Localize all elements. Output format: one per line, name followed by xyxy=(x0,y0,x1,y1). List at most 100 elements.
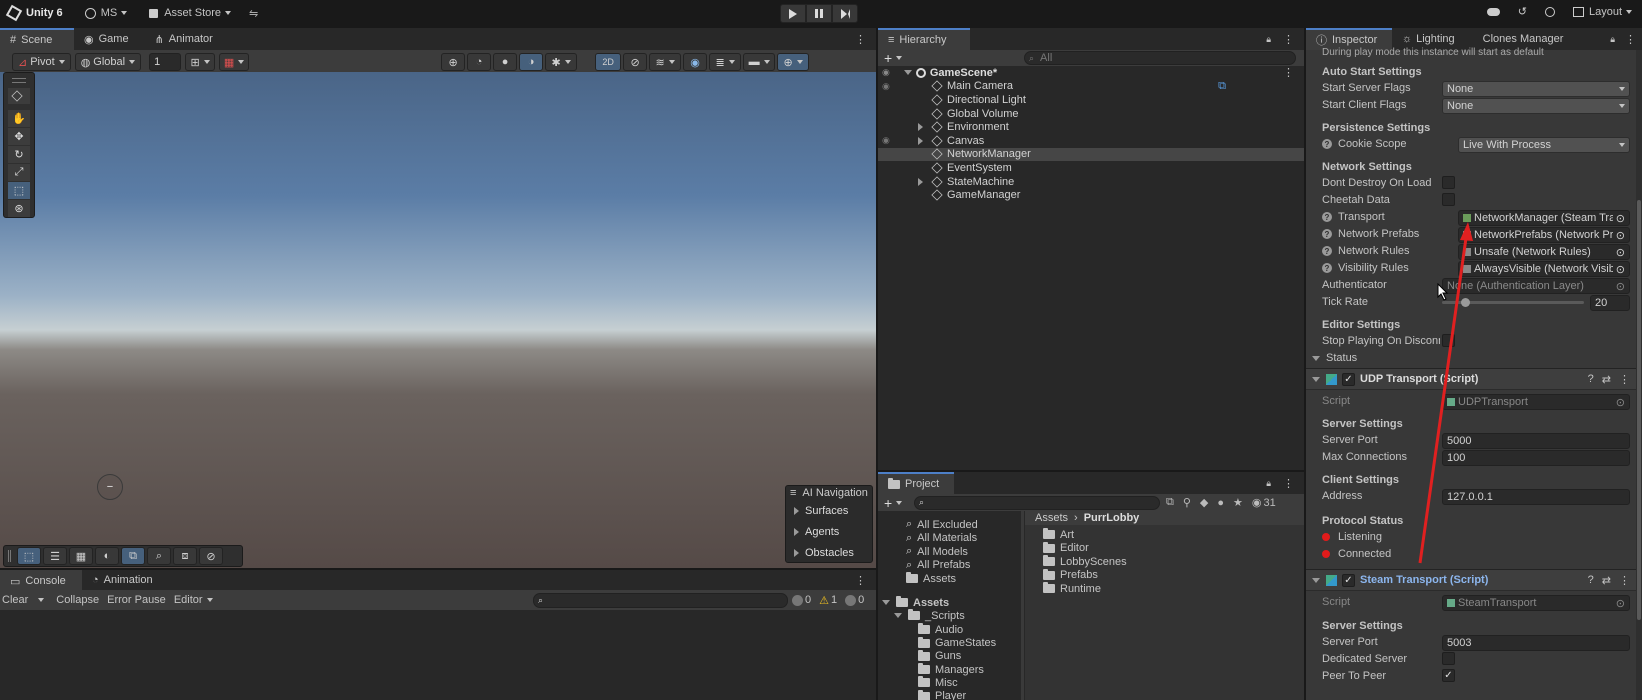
transform-tool[interactable]: ⊛ xyxy=(8,200,30,217)
drag-handle-icon[interactable] xyxy=(8,550,11,562)
favorite-item[interactable]: ⌕ All Excluded xyxy=(906,518,978,532)
scale-tool[interactable]: ⤢ xyxy=(8,164,30,181)
steam-transport-header[interactable]: ✓ Steam Transport (Script) ? ⇄ ⋮ xyxy=(1306,569,1636,591)
expand-arrow-icon[interactable] xyxy=(918,123,923,132)
tree-folder-item[interactable]: Misc xyxy=(918,676,958,690)
scripts-folder-item[interactable]: _Scripts xyxy=(894,609,965,623)
help-icon[interactable]: ? xyxy=(1322,246,1332,256)
zoom-tool[interactable]: ⌕ xyxy=(147,547,171,565)
snap-increment-button[interactable]: ⊞ xyxy=(185,53,216,71)
tree-folder-item[interactable]: Guns xyxy=(918,649,961,664)
tab-project[interactable]: Project xyxy=(878,472,954,494)
start-server-flags-dropdown[interactable]: None xyxy=(1442,81,1630,97)
lighting-mode-button[interactable]: ◑ xyxy=(519,53,544,71)
pivot-dropdown[interactable]: ⊿ Pivot xyxy=(12,53,71,71)
compass-tool[interactable]: ⊘ xyxy=(199,547,223,565)
help-icon[interactable]: ? xyxy=(1588,373,1594,385)
scene-viewport[interactable]: ✋ ✥ ↻ ⤢ ⬚ ⊛ − ≡ AI Navigation Surfaces Ag… xyxy=(0,72,876,568)
step-button[interactable] xyxy=(832,4,858,23)
visibility-rules-object-field[interactable]: AlwaysVisible (Network Visibility)⊙ xyxy=(1458,261,1630,277)
visibility-eye-icon[interactable]: ◉ xyxy=(882,67,890,78)
tree-scrollbar[interactable] xyxy=(1021,511,1024,700)
version-control-icon[interactable]: ⇋ xyxy=(249,7,258,20)
error-count-toggle[interactable]: 0 xyxy=(845,594,864,606)
cheetah-data-checkbox[interactable] xyxy=(1442,193,1455,206)
create-asset-button[interactable]: + xyxy=(884,495,903,511)
history-icon[interactable]: ↺ xyxy=(1518,5,1527,18)
cloud-icon[interactable] xyxy=(1486,7,1500,16)
star-icon[interactable]: ★ xyxy=(1233,496,1243,509)
overlay-item-agents[interactable]: Agents xyxy=(786,521,872,542)
tick-rate-input[interactable]: 20 xyxy=(1590,295,1630,311)
tag-icon[interactable]: ◆ xyxy=(1200,496,1208,509)
content-folder-item[interactable]: Runtime xyxy=(1043,582,1101,596)
drag-handle-icon[interactable] xyxy=(12,78,26,83)
grid-visibility-button[interactable]: ▦ xyxy=(219,53,250,71)
tab-scene[interactable]: # Scene xyxy=(0,28,74,50)
dedicated-server-checkbox[interactable] xyxy=(1442,652,1455,665)
hierarchy-item[interactable]: ◉ Main Camera ⧉ xyxy=(878,80,1304,94)
tree-folder-item[interactable]: Player xyxy=(918,689,966,700)
content-folder-item[interactable]: Art xyxy=(1043,528,1074,542)
help-icon[interactable]: ? xyxy=(1322,263,1332,273)
more-menu-icon[interactable]: ⋮ xyxy=(1619,373,1630,386)
hierarchy-item[interactable]: EventSystem xyxy=(878,161,1304,175)
content-folder-item[interactable]: Editor xyxy=(1043,541,1089,556)
overlay-item-surfaces[interactable]: Surfaces xyxy=(786,500,872,521)
help-icon[interactable]: ? xyxy=(1322,212,1332,222)
steam-enabled-checkbox[interactable]: ✓ xyxy=(1342,573,1355,587)
rotate-tool[interactable]: ↻ xyxy=(8,146,30,163)
more-menu-icon[interactable]: ⋮ xyxy=(855,574,866,587)
unity-menu[interactable]: Unity 6 xyxy=(5,4,63,22)
tree-folder-item[interactable]: Managers xyxy=(918,663,984,677)
collapse-toggle[interactable]: Collapse xyxy=(48,594,103,606)
network-rules-object-field[interactable]: Unsafe (Network Rules) ⊙ xyxy=(1458,244,1630,260)
breadcrumb-assets[interactable]: Assets xyxy=(1035,512,1068,524)
tree-folder-item[interactable]: Audio xyxy=(918,623,963,637)
project-search-input[interactable]: ⌕ xyxy=(914,495,1160,510)
editor-dropdown[interactable]: Editor xyxy=(170,594,217,606)
wireframe-button[interactable]: ⊕ xyxy=(441,53,466,71)
hierarchy-item[interactable]: ◉ Canvas xyxy=(878,134,1304,148)
layers-dropdown[interactable]: ≣ xyxy=(709,53,742,71)
lighting-toggle-button[interactable]: ⊘ xyxy=(623,53,648,71)
occlusion-tool[interactable]: ⧈ xyxy=(173,547,197,565)
favorite-item[interactable]: Assets xyxy=(906,572,956,586)
hierarchy-item[interactable]: GameManager xyxy=(878,188,1304,202)
tab-animator[interactable]: ⋔ Animator xyxy=(145,28,223,50)
scrollbar-thumb[interactable] xyxy=(1637,200,1641,620)
debug-draw-button[interactable]: ✱ xyxy=(545,53,578,71)
scene-root[interactable]: ◉ GameScene* ⋮ xyxy=(878,66,1304,80)
audio-toggle-button[interactable]: ≋ xyxy=(649,53,682,71)
view-cube-tool[interactable] xyxy=(8,88,30,104)
collapse-arrow-icon[interactable] xyxy=(903,70,912,76)
udp-enabled-checkbox[interactable]: ✓ xyxy=(1342,372,1355,386)
more-menu-icon[interactable]: ⋮ xyxy=(1283,66,1294,79)
layout-dropdown[interactable]: Layout xyxy=(1572,6,1632,18)
create-button[interactable]: + xyxy=(884,50,903,66)
hand-tool[interactable]: ✋ xyxy=(8,110,30,127)
content-folder-item[interactable]: Prefabs xyxy=(1043,568,1098,583)
expand-arrow-icon[interactable] xyxy=(918,177,923,186)
inspector-scrollbar[interactable] xyxy=(1636,50,1642,700)
object-picker-icon[interactable]: ⊙ xyxy=(1616,246,1625,259)
assets-root-item[interactable]: Assets xyxy=(882,596,949,610)
authenticator-object-field[interactable]: None (Authentication Layer) ⊙ xyxy=(1442,278,1630,294)
object-picker-icon[interactable]: ⊙ xyxy=(1616,229,1625,242)
console-search-input[interactable]: ⌕ xyxy=(533,592,788,608)
slider-thumb[interactable] xyxy=(1460,298,1470,307)
object-picker-icon[interactable]: ⊙ xyxy=(1616,212,1625,225)
preset-icon[interactable]: ⇄ xyxy=(1602,373,1611,386)
favorite-item[interactable]: ⌕ All Prefabs xyxy=(906,559,970,573)
status-foldout[interactable]: Status xyxy=(1312,352,1357,364)
more-menu-icon[interactable]: ⋮ xyxy=(1619,574,1630,587)
hierarchy-item[interactable]: Directional Light xyxy=(878,93,1304,107)
more-menu-icon[interactable]: ⋮ xyxy=(855,33,866,46)
clear-button[interactable]: Clear xyxy=(2,594,48,606)
hierarchy-item[interactable]: NetworkManager xyxy=(878,147,1304,162)
help-icon[interactable]: ? xyxy=(1588,574,1594,586)
mode-2d-button[interactable]: 2D xyxy=(595,53,622,71)
asset-store-button[interactable]: Asset Store xyxy=(149,7,232,19)
account-button[interactable]: MS xyxy=(84,7,128,19)
grid-size-input[interactable]: 1 xyxy=(149,53,182,71)
